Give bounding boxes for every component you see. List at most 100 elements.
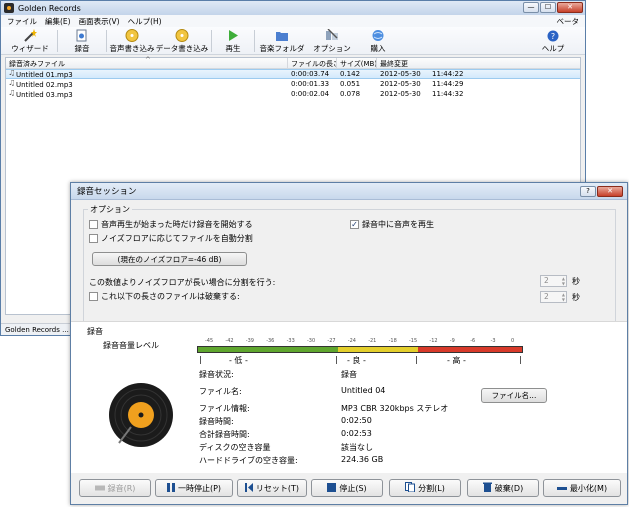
- music-folder-button[interactable]: 音楽フォルダ: [257, 27, 307, 54]
- col-modified[interactable]: 最終変更: [377, 58, 580, 68]
- total-time-key: 合計録音時間:: [199, 430, 250, 439]
- file-length: 0:00:01.33: [291, 80, 330, 88]
- total-time-value: 0:02:53: [341, 429, 372, 438]
- meter-tick-label: -45: [205, 338, 214, 344]
- wand-icon: [23, 29, 37, 42]
- meter-tick-label: -24: [347, 338, 356, 344]
- list-header: ^ 録音済みファイル ファイルの長さ サイズ(MB) 最終変更: [6, 56, 580, 69]
- fileinfo-key: ファイル情報:: [199, 404, 250, 413]
- discard-button[interactable]: 破棄(D): [467, 479, 539, 497]
- noise-floor-button[interactable]: (現在のノイズフロア=-46 dB): [92, 252, 247, 266]
- discard-seconds-stepper[interactable]: 2: [540, 291, 567, 303]
- status-key: 録音状況:: [199, 370, 234, 379]
- dialog-button-bar: 録音(R) 一時停止(P) リセット(T) 停止(S) 分割(L) 破棄(D) …: [71, 475, 627, 504]
- maximize-icon[interactable]: ☐: [540, 2, 556, 13]
- play-button[interactable]: 再生: [214, 27, 252, 54]
- col-size[interactable]: サイズ(MB): [337, 58, 377, 68]
- meter-tick-label: 0: [511, 338, 515, 344]
- help-label: ヘルプ: [541, 44, 565, 53]
- discard-short-label: これ以下の長さのファイルは破棄する:: [101, 292, 240, 301]
- wizard-button[interactable]: ウィザード: [5, 27, 55, 54]
- status-text: Golden Records ...: [5, 326, 76, 334]
- table-row[interactable]: Untitled 02.mp3 0:00:01.33 0.051 2012-05…: [6, 79, 580, 89]
- write-audio-button[interactable]: 音声書き込み: [109, 27, 155, 54]
- auto-split-label: ノイズフロアに応じてファイルを自動分割: [101, 234, 253, 243]
- toolbar-separator: [106, 30, 107, 52]
- file-time: 11:44:29: [432, 80, 464, 88]
- minimize-button[interactable]: 最小化(M): [543, 479, 621, 497]
- record-toolbar-button[interactable]: 録音: [60, 27, 104, 54]
- table-row[interactable]: Untitled 03.mp3 0:00:02.04 0.078 2012-05…: [6, 89, 580, 99]
- stop-button[interactable]: 停止(S): [311, 479, 383, 497]
- cd-audio-icon: [125, 29, 139, 42]
- file-length: 0:00:02.04: [291, 90, 330, 98]
- minimize-icon[interactable]: —: [523, 2, 539, 13]
- file-size: 0.142: [340, 70, 361, 78]
- options-label: オプション: [313, 44, 351, 53]
- table-row[interactable]: Untitled 01.mp3 0:00:03.74 0.142 2012-05…: [6, 69, 580, 79]
- menu-view[interactable]: 画面表示(V): [79, 16, 120, 27]
- record-button[interactable]: 録音(R): [79, 479, 151, 497]
- file-length: 0:00:03.74: [291, 70, 330, 78]
- close-icon[interactable]: ✕: [557, 2, 583, 13]
- play-label: 再生: [225, 44, 241, 53]
- split-button[interactable]: 分割(L): [389, 479, 461, 497]
- toolbar-separator: [57, 30, 58, 52]
- disk-space-value: 該当なし: [341, 443, 373, 452]
- start-on-sound-checkbox[interactable]: 音声再生が始まった時だけ録音を開始する: [89, 219, 253, 230]
- stop-icon: [327, 482, 337, 494]
- pause-icon: [166, 482, 175, 494]
- checkbox-box[interactable]: [89, 292, 98, 301]
- file-time: 11:44:22: [432, 70, 464, 78]
- dialog-close-icon[interactable]: ✕: [597, 186, 623, 197]
- split-icon: [405, 482, 416, 494]
- window-controls: — ☐ ✕: [523, 2, 583, 13]
- checkbox-box[interactable]: [89, 220, 98, 229]
- file-size: 0.078: [340, 90, 361, 98]
- minimize-label: 最小化(M): [569, 483, 608, 493]
- toolbar-separator: [211, 30, 212, 52]
- hdd-space-value: 224.36 GB: [341, 455, 384, 464]
- meter-tick-label: -21: [368, 338, 377, 344]
- filename-button[interactable]: ファイル名...: [481, 388, 547, 403]
- recording-panel: 録音 録音音量レベル -45 -42 -39 -36 -33 -30 -27 -24 -21 -1…: [71, 321, 627, 473]
- play-while-recording-checkbox[interactable]: 録音中に音声を再生: [350, 219, 434, 230]
- purchase-button[interactable]: 購入: [357, 27, 399, 54]
- meter-divider: |: [519, 355, 522, 364]
- meter-yellow-segment: [338, 347, 418, 352]
- record-toolbar-label: 録音: [74, 44, 90, 53]
- split-seconds-stepper[interactable]: 2: [540, 275, 567, 287]
- record-bar-icon: [94, 484, 105, 493]
- trash-icon: [482, 482, 492, 494]
- play-while-recording-label: 録音中に音声を再生: [362, 220, 434, 229]
- discard-short-checkbox[interactable]: これ以下の長さのファイルは破棄する:: [89, 291, 240, 302]
- menu-file[interactable]: ファイル: [7, 16, 37, 27]
- reset-icon: [244, 482, 253, 494]
- col-length[interactable]: ファイルの長さ: [288, 58, 337, 68]
- menu-edit[interactable]: 編集(E): [45, 16, 71, 27]
- meter-tick-label: -36: [266, 338, 275, 344]
- meter-tick-label: -30: [307, 338, 316, 344]
- help-button[interactable]: ? ヘルプ: [531, 27, 575, 54]
- checkbox-box[interactable]: [89, 234, 98, 243]
- help-question-icon[interactable]: ?: [580, 186, 596, 197]
- meter-high-label: - 高 -: [447, 356, 466, 365]
- fileinfo-value: MP3 CBR 320kbps ステレオ: [341, 404, 449, 413]
- auto-split-checkbox[interactable]: ノイズフロアに応じてファイルを自動分割: [89, 233, 253, 244]
- filename-key: ファイル名:: [199, 387, 242, 396]
- reset-button[interactable]: リセット(T): [237, 479, 307, 497]
- toolbar-separator: [254, 30, 255, 52]
- write-data-button[interactable]: データ書き込み: [155, 27, 209, 54]
- menu-help[interactable]: ヘルプ(H): [128, 16, 162, 27]
- options-group: オプション 音声再生が始まった時だけ録音を開始する ノイズフロアに応じてファイル…: [83, 204, 616, 333]
- record-file-icon: [75, 29, 89, 42]
- record-button-label: 録音(R): [107, 483, 136, 493]
- toolbar: ウィザード 録音 音声書き込み データ書き込み 再生 音楽フォルダ オプション …: [1, 27, 585, 55]
- disk-space-key: ディスクの空き容量: [199, 443, 271, 452]
- file-date: 2012-05-30: [380, 90, 421, 98]
- meter-green-segment: [198, 347, 338, 352]
- checkbox-box-checked[interactable]: [350, 220, 359, 229]
- options-button[interactable]: オプション: [307, 27, 357, 54]
- split-label: 分割(L): [418, 483, 445, 493]
- pause-button[interactable]: 一時停止(P): [155, 479, 233, 497]
